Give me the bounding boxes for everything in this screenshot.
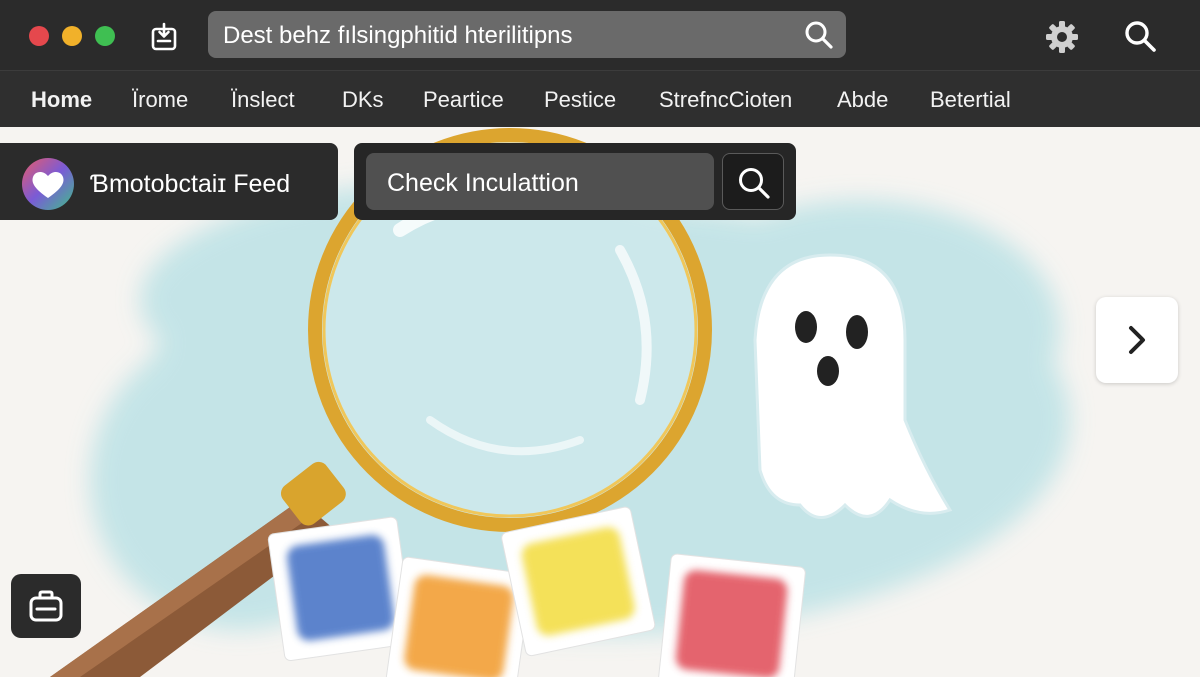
search-button[interactable]: [722, 153, 784, 210]
heart-icon[interactable]: [21, 157, 75, 211]
search-icon[interactable]: [1123, 19, 1157, 53]
briefcase-icon: [29, 590, 63, 622]
nav-item-home[interactable]: Home: [31, 87, 92, 113]
chevron-right-icon: [1129, 326, 1145, 354]
nav-item-8[interactable]: Abde: [837, 87, 888, 113]
gear-icon[interactable]: [1044, 19, 1080, 55]
title-bar: Dest behz fılsingphitid hterilitipns: [0, 0, 1200, 70]
minimize-window-button[interactable]: [62, 26, 82, 46]
nav-item-3[interactable]: Ïnslect: [231, 87, 295, 113]
next-button[interactable]: [1096, 297, 1178, 383]
nav-item-9[interactable]: Betertial: [930, 87, 1011, 113]
address-text: Dest behz fılsingphitid hterilitipns: [223, 22, 573, 49]
maximize-window-button[interactable]: [95, 26, 115, 46]
main-navigation: Home Ïrome Ïnslect DKs Peartice Pestice …: [0, 70, 1200, 127]
address-bar[interactable]: Dest behz fılsingphitid hterilitipns: [208, 11, 846, 58]
briefcase-button[interactable]: [11, 574, 81, 638]
nav-item-2[interactable]: Ïrome: [132, 87, 188, 113]
search-input[interactable]: Check Inculattion: [366, 153, 714, 210]
search-placeholder: Check Inculattion: [387, 169, 579, 197]
nav-item-7[interactable]: StrefncCioten: [659, 87, 792, 113]
feed-title: Ɓmotobctaiɪ Feed: [90, 170, 291, 198]
search-icon[interactable]: [804, 20, 834, 50]
search-icon: [739, 168, 770, 199]
close-window-button[interactable]: [29, 26, 49, 46]
nav-item-6[interactable]: Pestice: [544, 87, 616, 113]
nav-item-4[interactable]: DKs: [342, 87, 384, 113]
nav-item-5[interactable]: Peartice: [423, 87, 504, 113]
inbox-download-icon[interactable]: [150, 22, 180, 52]
